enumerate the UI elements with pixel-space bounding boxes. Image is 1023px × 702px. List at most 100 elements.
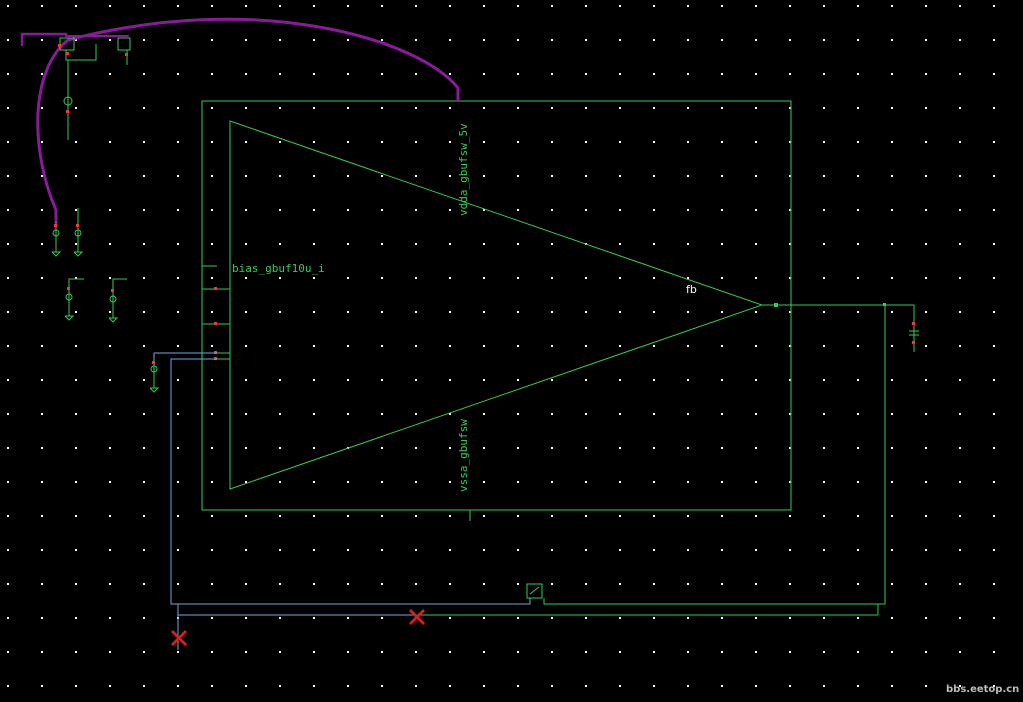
grid-dot [551, 447, 553, 449]
grid-dot [415, 5, 417, 7]
grid-dot [857, 651, 859, 653]
grid-dot [109, 39, 111, 41]
grid-dot [41, 515, 43, 517]
device-cluster-top[interactable] [58, 37, 131, 140]
grid-dot [143, 481, 145, 483]
grid-dot [449, 651, 451, 653]
grid-dot [245, 311, 247, 313]
grid-dot [143, 685, 145, 687]
grid-dot [177, 379, 179, 381]
grid-dot [789, 651, 791, 653]
capacitor-right[interactable] [909, 320, 919, 352]
grid-dot [687, 685, 689, 687]
probe-symbol[interactable] [526, 583, 543, 599]
grid-dot [41, 345, 43, 347]
grid-dot [993, 617, 995, 619]
grid-dot [721, 413, 723, 415]
grid-dot [789, 39, 791, 41]
grid-dot [823, 583, 825, 585]
grid-dot [75, 515, 77, 517]
grid-dot [177, 5, 179, 7]
grid-dot [687, 39, 689, 41]
opamp-symbol[interactable]: bias_gbuf10u_i vdda_gbufsw_5v vssa_gbufs… [201, 88, 792, 521]
grid-dot [585, 379, 587, 381]
grid-dot [381, 175, 383, 177]
grid-dot [823, 209, 825, 211]
grid-dot [143, 73, 145, 75]
grid-dot [551, 379, 553, 381]
grid-dot [109, 345, 111, 347]
error-marker-icon[interactable] [171, 630, 187, 646]
grid-dot [619, 209, 621, 211]
grid-dot [551, 73, 553, 75]
grid-dot [109, 141, 111, 143]
highlighted-net[interactable] [20, 17, 460, 224]
grid-dot [857, 277, 859, 279]
grid-dot [857, 413, 859, 415]
grid-dot [721, 583, 723, 585]
grid-dot [857, 617, 859, 619]
grid-dot [517, 447, 519, 449]
grid-dot [211, 583, 213, 585]
grid-dot [959, 73, 961, 75]
grid-dot [449, 243, 451, 245]
grid-dot [517, 617, 519, 619]
grid-dot [517, 73, 519, 75]
grid-dot [279, 243, 281, 245]
grid-dot [313, 141, 315, 143]
grid-dot [449, 447, 451, 449]
grid-dot [449, 175, 451, 177]
grid-dot [41, 447, 43, 449]
grid-dot [75, 141, 77, 143]
grid-dot [891, 39, 893, 41]
wire-input-down[interactable] [170, 358, 531, 605]
grid-dot [653, 311, 655, 313]
highlight-top-bar[interactable] [20, 32, 68, 47]
grid-dot [789, 73, 791, 75]
grid-dot [211, 311, 213, 313]
grid-dot [483, 5, 485, 7]
grid-dot [653, 107, 655, 109]
grid-dot [211, 39, 213, 41]
grid-dot [211, 413, 213, 415]
grid-dot [415, 481, 417, 483]
grid-dot [381, 617, 383, 619]
grid-dot [483, 277, 485, 279]
wire-fb-down[interactable] [543, 305, 886, 605]
grid-dot [313, 175, 315, 177]
grid-dot [517, 5, 519, 7]
grid-dot [993, 243, 995, 245]
grid-dot [653, 413, 655, 415]
grid-dot [823, 549, 825, 551]
grid-dot [551, 5, 553, 7]
grid-dot [925, 5, 927, 7]
grid-dot [483, 685, 485, 687]
grid-dot [415, 413, 417, 415]
grid-dot [279, 141, 281, 143]
source-symbols-left[interactable] [51, 208, 160, 393]
grid-dot [755, 583, 757, 585]
grid-dot [313, 617, 315, 619]
grid-dot [7, 311, 9, 313]
grid-dot [347, 345, 349, 347]
highlight-loop[interactable] [36, 38, 70, 224]
grid-dot [279, 617, 281, 619]
grid-dot [41, 651, 43, 653]
grid-dot [109, 447, 111, 449]
grid-dot [755, 685, 757, 687]
grid-dot [619, 481, 621, 483]
grid-dot [177, 447, 179, 449]
grid-dot [177, 413, 179, 415]
grid-dot [75, 583, 77, 585]
grid-dot [755, 651, 757, 653]
grid-dot [585, 447, 587, 449]
grid-dot [721, 243, 723, 245]
error-marker-icon[interactable] [409, 609, 425, 625]
pin-marker [66, 110, 69, 113]
wire-bottom-left[interactable] [177, 604, 417, 616]
wire-fb-bottom[interactable] [420, 604, 879, 616]
grid-dot [721, 141, 723, 143]
wire-fb-right[interactable] [791, 304, 915, 320]
grid-dot [7, 617, 9, 619]
schematic-canvas[interactable]: bias_gbuf10u_i vdda_gbufsw_5v vssa_gbufs… [0, 0, 1023, 702]
